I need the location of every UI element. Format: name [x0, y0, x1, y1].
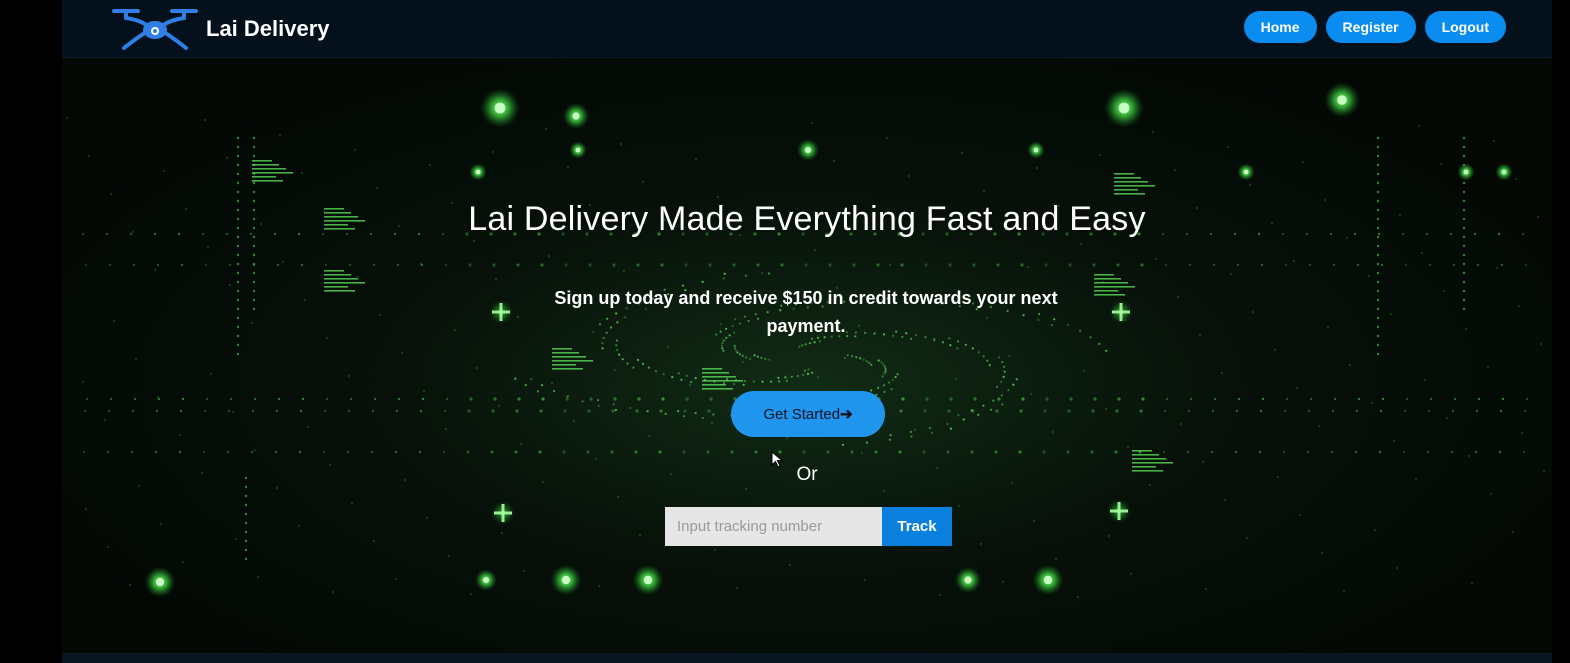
drone-icon — [112, 9, 198, 50]
hero-title: Lai Delivery Made Everything Fast and Ea… — [468, 200, 1146, 238]
tracking-form: Track — [665, 507, 952, 546]
nav-links: Home Register Logout — [1243, 11, 1506, 43]
tracking-number-input[interactable] — [665, 507, 882, 546]
nav-logout-button[interactable]: Logout — [1424, 11, 1506, 43]
bottom-strip — [62, 653, 1552, 663]
brand-name: Lai Delivery — [206, 16, 330, 41]
get-started-button[interactable]: Get Started➔ — [731, 391, 885, 437]
hero-content: Lai Delivery Made Everything Fast and Ea… — [62, 58, 1552, 653]
track-button[interactable]: Track — [882, 507, 952, 546]
hero-section: Lai Delivery Made Everything Fast and Ea… — [62, 58, 1552, 653]
mouse-cursor-icon — [771, 451, 784, 468]
hero-subtitle: Sign up today and receive $150 in credit… — [554, 288, 1058, 336]
top-navbar: Lai Delivery Home Register Logout — [62, 0, 1552, 58]
or-divider-text: Or — [796, 464, 818, 485]
arrow-right-icon: ➔ — [840, 406, 853, 423]
nav-home-button[interactable]: Home — [1243, 11, 1317, 43]
get-started-label: Get Started — [763, 406, 841, 423]
brand[interactable]: Lai Delivery — [110, 6, 330, 52]
browser-viewport: Lai Delivery Home Register Logout Lai De… — [62, 0, 1552, 663]
nav-register-button[interactable]: Register — [1325, 11, 1416, 43]
